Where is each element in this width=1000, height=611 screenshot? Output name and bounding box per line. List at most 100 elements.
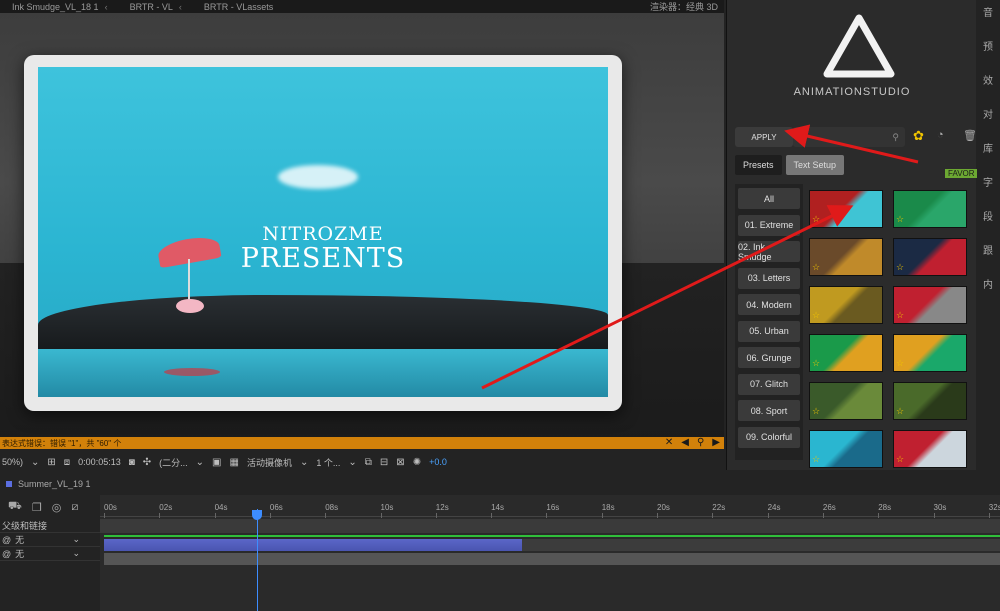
- composition-viewer[interactable]: NITROZME PRESENTS: [0, 13, 724, 437]
- shy-icon[interactable]: ⛟: [8, 500, 22, 514]
- chevron-down-icon[interactable]: ⌄: [31, 457, 39, 468]
- category-button[interactable]: All: [738, 188, 800, 209]
- favorite-star-icon[interactable]: ☆: [812, 358, 820, 369]
- search-input[interactable]: ⚲: [793, 127, 905, 147]
- side-panel-tab[interactable]: 段: [983, 208, 993, 223]
- chevron-down-icon[interactable]: ⌄: [196, 457, 204, 468]
- gear-icon[interactable]: ✿: [913, 128, 924, 144]
- parent-select[interactable]: 无: [15, 547, 24, 560]
- category-button[interactable]: 01. Extreme: [738, 214, 800, 236]
- exposure-value[interactable]: +0.0: [429, 457, 447, 467]
- favorite-star-icon[interactable]: ☆: [812, 310, 820, 321]
- side-panel-tab[interactable]: 预: [983, 38, 993, 53]
- layer-row[interactable]: @ 无 ⌄: [0, 547, 100, 561]
- preset-thumbnail[interactable]: ☆: [809, 286, 883, 324]
- prev-error-icon[interactable]: ◀: [681, 437, 689, 448]
- timeline-track-area[interactable]: 00s 02s 04s 06s 08s 10s 12s 14s 16s 18s 20s 22s 24s 2…: [100, 495, 1000, 611]
- category-button[interactable]: 02. Ink Smudge: [738, 241, 800, 262]
- transparency-icon[interactable]: ▦: [230, 457, 239, 468]
- favorite-star-icon[interactable]: ☆: [812, 214, 820, 225]
- preset-thumbnail[interactable]: ☆: [809, 238, 883, 276]
- playhead-handle[interactable]: [252, 510, 262, 520]
- mask-icon[interactable]: ⧈: [64, 457, 70, 468]
- category-button[interactable]: 07. Glitch: [738, 373, 800, 395]
- resolution-select[interactable]: (二分...: [159, 456, 188, 469]
- time-ruler[interactable]: 00s 02s 04s 06s 08s 10s 12s 14s 16s 18s 20s 22s 24s 2…: [100, 503, 1000, 518]
- search-icon[interactable]: ⚲: [697, 437, 704, 448]
- category-button[interactable]: 06. Grunge: [738, 347, 800, 368]
- preset-thumbnail[interactable]: ☆: [809, 190, 883, 228]
- category-button[interactable]: 04. Modern: [738, 294, 800, 315]
- chevron-down-icon[interactable]: ⌄: [72, 534, 80, 545]
- grid-icon[interactable]: ⊞: [47, 457, 55, 468]
- tab-text-setup[interactable]: Text Setup: [785, 155, 845, 175]
- views-select[interactable]: 1 个...: [316, 456, 340, 469]
- favorite-star-icon[interactable]: ☆: [896, 454, 904, 465]
- region-icon[interactable]: ▣: [212, 457, 221, 468]
- favorite-star-icon[interactable]: ☆: [896, 358, 904, 369]
- pickwhip-icon[interactable]: @: [2, 549, 11, 559]
- favorite-star-icon[interactable]: ☆: [812, 262, 820, 273]
- tab-presets[interactable]: Presets: [735, 155, 782, 175]
- favorite-star-icon[interactable]: ☆: [812, 454, 820, 465]
- timecode[interactable]: 0:00:05:13: [78, 457, 121, 467]
- playhead-line[interactable]: [257, 509, 258, 611]
- comp-tab-brtr-vl[interactable]: BRTR - VL ‹: [118, 2, 192, 12]
- parent-select[interactable]: 无: [15, 533, 24, 546]
- side-panel-tab[interactable]: 对: [983, 106, 993, 121]
- side-panel-tab[interactable]: 库: [983, 140, 993, 155]
- trash-icon[interactable]: 🗑: [963, 129, 977, 142]
- camera-select[interactable]: 活动摄像机: [247, 456, 292, 469]
- preset-thumbnail[interactable]: ☆: [893, 334, 967, 372]
- snapshot-icon[interactable]: ⊠: [396, 457, 404, 468]
- layer-row[interactable]: @ 无 ⌄: [0, 533, 100, 547]
- camera-icon[interactable]: ◙: [129, 457, 135, 468]
- side-panel-tab[interactable]: 内: [983, 276, 993, 291]
- work-area-bar[interactable]: [100, 519, 1000, 533]
- favorite-star-icon[interactable]: ☆: [896, 310, 904, 321]
- layer-bar-2[interactable]: [104, 553, 1000, 565]
- preset-thumbnail[interactable]: ☆: [809, 382, 883, 420]
- side-panel-tab[interactable]: 音: [983, 4, 993, 19]
- zoom-select[interactable]: 50%): [2, 457, 23, 467]
- preset-thumbnail[interactable]: ☆: [893, 238, 967, 276]
- category-button[interactable]: 03. Letters: [738, 267, 800, 289]
- layer-bar-1[interactable]: [104, 539, 522, 551]
- category-button[interactable]: 09. Colorful: [738, 426, 800, 448]
- pickwhip-icon[interactable]: @: [2, 535, 11, 545]
- comp-tab-brtr-vlassets[interactable]: BRTR - VLassets: [192, 2, 283, 12]
- favorite-star-icon[interactable]: ☆: [896, 214, 904, 225]
- chevron-down-icon[interactable]: ⌄: [300, 457, 308, 468]
- preset-thumbnail[interactable]: ☆: [809, 430, 883, 468]
- close-icon[interactable]: ✕: [665, 437, 673, 448]
- fast-preview-icon[interactable]: ⧉: [365, 457, 372, 468]
- chevron-down-icon[interactable]: ⌄: [72, 548, 80, 559]
- layers-icon[interactable]: ❐: [32, 501, 42, 514]
- category-button[interactable]: 05. Urban: [738, 320, 800, 342]
- favorites-button[interactable]: FAVOR: [945, 169, 978, 178]
- favorite-star-icon[interactable]: ☆: [896, 262, 904, 273]
- renderer-label[interactable]: 渲染器：经典 3D: [650, 0, 718, 13]
- apply-button[interactable]: APPLY: [735, 127, 793, 147]
- preset-thumbnail[interactable]: ☆: [893, 190, 967, 228]
- side-panel-tab[interactable]: 效: [983, 72, 993, 87]
- preset-thumbnail[interactable]: ☆: [893, 430, 967, 468]
- preset-thumbnail[interactable]: ☆: [893, 382, 967, 420]
- flowchart-icon[interactable]: ⊟: [380, 457, 388, 468]
- favorite-star-icon[interactable]: ☆: [896, 406, 904, 417]
- motion-blur-icon[interactable]: ◎: [52, 501, 62, 514]
- timeline-comp-name[interactable]: Summer_VL_19 1: [18, 479, 91, 489]
- next-error-icon[interactable]: ▶: [712, 437, 720, 448]
- color-icon[interactable]: ✣: [143, 457, 151, 468]
- info-icon[interactable]: ◔: [937, 129, 944, 141]
- preset-thumbnail[interactable]: ☆: [809, 334, 883, 372]
- side-panel-tab[interactable]: 字: [983, 174, 993, 189]
- favorite-star-icon[interactable]: ☆: [812, 406, 820, 417]
- graph-editor-icon[interactable]: ⧄: [71, 501, 78, 514]
- chevron-down-icon[interactable]: ⌄: [348, 457, 356, 468]
- reset-exposure-icon[interactable]: ✺: [413, 457, 421, 468]
- category-button[interactable]: 08. Sport: [738, 400, 800, 421]
- preset-thumbnail[interactable]: ☆: [893, 286, 967, 324]
- comp-tab-ink-smudge[interactable]: Ink Smudge_VL_18 1 ‹: [0, 2, 118, 12]
- side-panel-tab[interactable]: 跟: [983, 242, 993, 257]
